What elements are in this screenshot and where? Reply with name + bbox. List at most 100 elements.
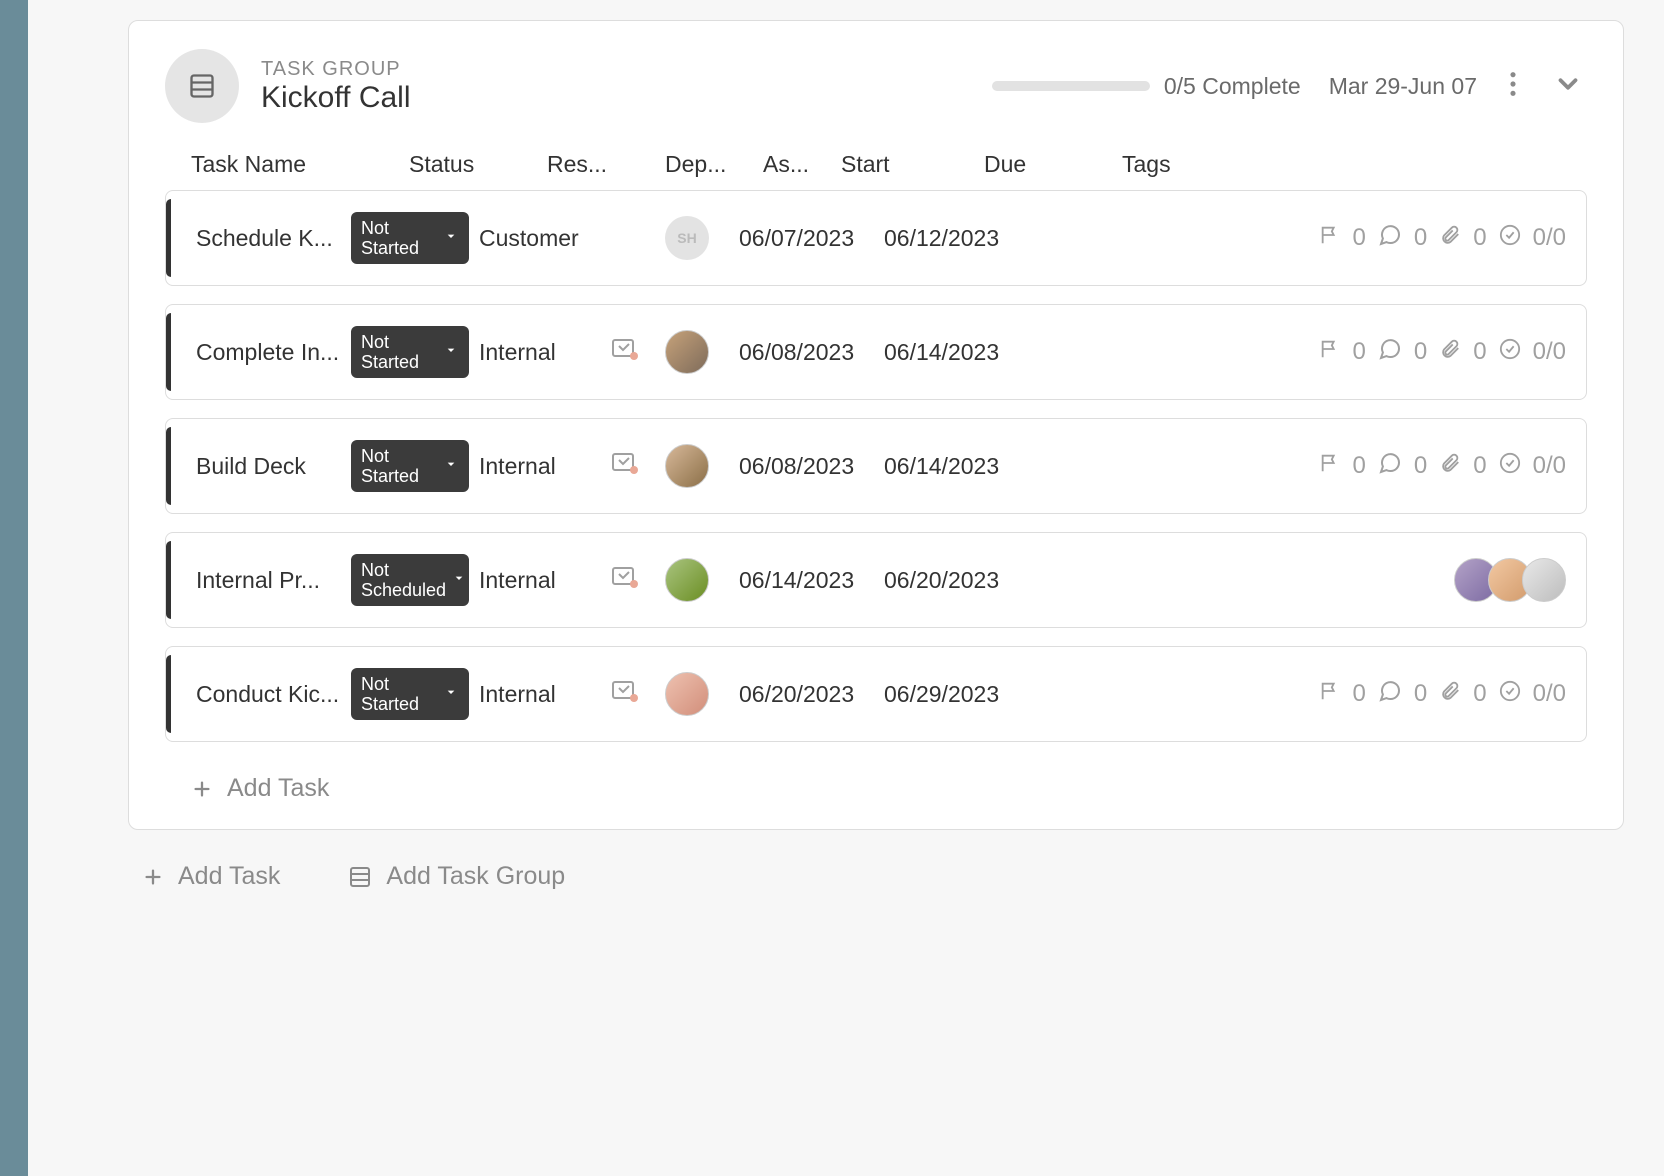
avatar[interactable]	[1522, 558, 1566, 602]
resource-cell[interactable]: Internal	[479, 681, 587, 708]
task-name[interactable]: Conduct Kic...	[196, 681, 351, 708]
task-row[interactable]: Schedule K... Not Started Customer SH 06/07/…	[165, 190, 1587, 286]
task-name[interactable]: Internal Pr...	[196, 567, 351, 594]
avatar[interactable]	[665, 330, 709, 374]
progress: 0/5 Complete	[992, 73, 1301, 100]
due-date[interactable]: 06/20/2023	[884, 567, 1064, 594]
status-select[interactable]: Not Started	[351, 326, 469, 378]
attachment-icon[interactable]	[1439, 338, 1461, 367]
due-date[interactable]: 06/14/2023	[884, 339, 1064, 366]
tag-avatar-stack[interactable]	[1454, 558, 1566, 602]
comment-icon[interactable]	[1378, 679, 1402, 710]
attachment-icon[interactable]	[1439, 452, 1461, 481]
chevron-down-icon	[443, 684, 459, 704]
subtask-icon[interactable]	[1499, 452, 1521, 481]
counter: 0	[1473, 452, 1486, 480]
progress-text: 0/5 Complete	[1164, 73, 1301, 100]
resource-cell[interactable]: Internal	[479, 567, 587, 594]
flag-icon[interactable]	[1319, 224, 1341, 253]
column-headers: Task Name Status Res... Dep... As... Sta…	[165, 151, 1587, 190]
dependency-icon	[611, 678, 641, 710]
dependency-cell[interactable]	[587, 678, 665, 710]
col-assignee[interactable]: As...	[763, 151, 833, 178]
start-date[interactable]: 06/14/2023	[739, 567, 884, 594]
task-group-name[interactable]: Kickoff Call	[261, 81, 411, 115]
chevron-down-icon	[451, 570, 467, 590]
task-group-header-right: 0/5 Complete Mar 29-Jun 07	[992, 65, 1587, 108]
status-text: Not Started	[361, 218, 433, 258]
subtask-icon[interactable]	[1499, 338, 1521, 367]
kebab-menu-icon[interactable]	[1505, 66, 1521, 107]
counter: 0	[1353, 338, 1366, 366]
task-name[interactable]: Build Deck	[196, 453, 351, 480]
status-cell: Not Started	[351, 212, 479, 264]
avatar[interactable]	[665, 444, 709, 488]
assignee-cell[interactable]	[665, 330, 739, 374]
subtask-icon[interactable]	[1499, 680, 1521, 709]
dependency-cell[interactable]	[587, 450, 665, 482]
col-due[interactable]: Due	[984, 151, 1114, 178]
comment-icon[interactable]	[1378, 223, 1402, 254]
flag-icon[interactable]	[1319, 338, 1341, 367]
comment-icon[interactable]	[1378, 451, 1402, 482]
assignee-cell[interactable]: SH	[665, 216, 739, 260]
dependency-cell[interactable]	[587, 564, 665, 596]
flag-icon[interactable]	[1319, 680, 1341, 709]
add-task-bottom-button[interactable]: Add Task	[138, 858, 284, 895]
task-row[interactable]: Internal Pr...Not Scheduled Internal 06/14…	[165, 532, 1587, 628]
task-row[interactable]: Complete In...Not Started Internal 06/08/2…	[165, 304, 1587, 400]
status-cell: Not Scheduled	[351, 554, 479, 606]
task-right: 0000/0	[1319, 337, 1566, 368]
status-cell: Not Started	[351, 440, 479, 492]
status-select[interactable]: Not Started	[351, 440, 469, 492]
start-date[interactable]: 06/07/2023	[739, 225, 884, 252]
start-date[interactable]: 06/20/2023	[739, 681, 884, 708]
status-text: Not Started	[361, 674, 433, 714]
counter: 0	[1353, 680, 1366, 708]
chevron-down-icon	[443, 342, 459, 362]
status-select[interactable]: Not Started	[351, 212, 469, 264]
dependency-icon	[611, 336, 641, 368]
subtask-icon[interactable]	[1499, 224, 1521, 253]
task-name[interactable]: Schedule K...	[196, 225, 351, 252]
add-task-button[interactable]: Add Task	[165, 766, 355, 811]
due-date[interactable]: 06/29/2023	[884, 681, 1064, 708]
attachment-icon[interactable]	[1439, 680, 1461, 709]
col-start[interactable]: Start	[841, 151, 976, 178]
col-status[interactable]: Status	[409, 151, 539, 178]
start-date[interactable]: 06/08/2023	[739, 339, 884, 366]
add-task-group-button[interactable]: Add Task Group	[344, 858, 569, 895]
task-name[interactable]: Complete In...	[196, 339, 351, 366]
due-date[interactable]: 06/12/2023	[884, 225, 1064, 252]
date-range: Mar 29-Jun 07	[1329, 73, 1477, 100]
flag-icon[interactable]	[1319, 452, 1341, 481]
col-tags[interactable]: Tags	[1122, 151, 1192, 178]
avatar[interactable]	[665, 558, 709, 602]
avatar[interactable]	[665, 672, 709, 716]
counter: 0	[1414, 338, 1427, 366]
resource-cell[interactable]: Customer	[479, 225, 587, 252]
task-row[interactable]: Build DeckNot StartedInternal06/08/20230…	[165, 418, 1587, 514]
counter: 0	[1414, 224, 1427, 252]
start-date[interactable]: 06/08/2023	[739, 453, 884, 480]
main-area: TASK GROUP Kickoff Call 0/5 Complete Mar…	[28, 0, 1664, 1176]
assignee-cell[interactable]	[665, 558, 739, 602]
task-row[interactable]: Conduct Kic... Not Started Internal 06/20/2…	[165, 646, 1587, 742]
avatar[interactable]: SH	[665, 216, 709, 260]
resource-cell[interactable]: Internal	[479, 453, 587, 480]
dependency-cell[interactable]	[587, 336, 665, 368]
col-resource[interactable]: Res...	[547, 151, 657, 178]
bottom-actions: Add Task Add Task Group	[128, 830, 1624, 895]
col-dependency[interactable]: Dep...	[665, 151, 755, 178]
task-list: Schedule K... Not Started Customer SH 06/07/…	[165, 190, 1587, 742]
comment-icon[interactable]	[1378, 337, 1402, 368]
attachment-icon[interactable]	[1439, 224, 1461, 253]
status-select[interactable]: Not Scheduled	[351, 554, 469, 606]
status-select[interactable]: Not Started	[351, 668, 469, 720]
assignee-cell[interactable]	[665, 444, 739, 488]
collapse-icon[interactable]	[1549, 65, 1587, 108]
col-task-name[interactable]: Task Name	[191, 151, 401, 178]
due-date[interactable]: 06/14/2023	[884, 453, 1064, 480]
assignee-cell[interactable]	[665, 672, 739, 716]
resource-cell[interactable]: Internal	[479, 339, 587, 366]
